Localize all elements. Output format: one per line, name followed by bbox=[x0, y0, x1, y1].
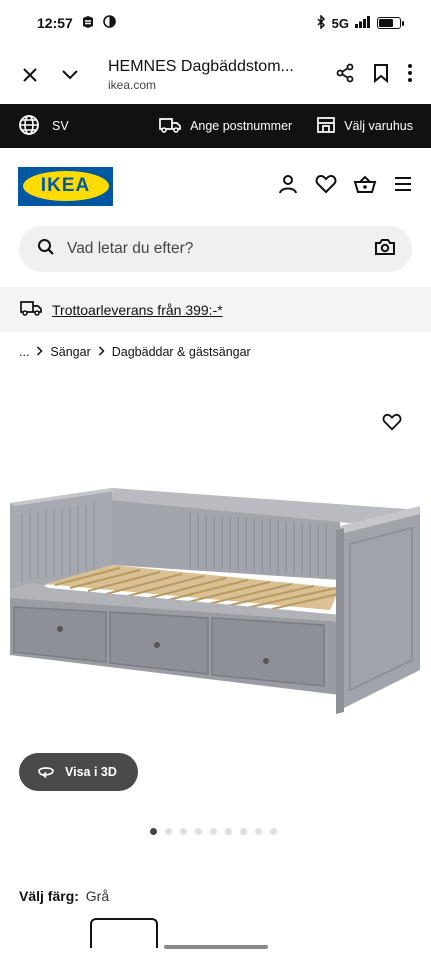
postcode-button[interactable]: Ange postnummer bbox=[158, 116, 292, 137]
ikea-logo[interactable]: IKEA bbox=[18, 166, 113, 206]
carousel-dot[interactable] bbox=[240, 828, 247, 835]
language-label: SV bbox=[52, 119, 69, 133]
share-icon[interactable] bbox=[335, 63, 355, 88]
breadcrumb-item-daybeds[interactable]: Dagbäddar & gästsängar bbox=[112, 345, 251, 359]
notification-icon bbox=[81, 15, 95, 32]
bluetooth-icon bbox=[316, 13, 326, 32]
carousel-dot[interactable] bbox=[150, 828, 157, 835]
delivery-banner[interactable]: Trottoarleverans från 399:-* bbox=[0, 287, 431, 332]
more-menu-icon[interactable] bbox=[407, 63, 413, 88]
page-domain: ikea.com bbox=[108, 78, 157, 92]
favourite-heart-icon[interactable] bbox=[382, 413, 402, 436]
postcode-label: Ange postnummer bbox=[190, 119, 293, 133]
color-value: Grå bbox=[85, 888, 110, 904]
delivery-truck-icon bbox=[19, 299, 43, 320]
close-icon[interactable] bbox=[18, 63, 42, 87]
page-title: HEMNES Dagbäddstom... bbox=[108, 58, 294, 75]
store-label: Välj varuhus bbox=[344, 119, 413, 133]
view-in-3d-label: Visa i 3D bbox=[65, 765, 117, 779]
color-swatch-selected[interactable] bbox=[90, 918, 158, 948]
signal-icon bbox=[355, 15, 371, 31]
carousel-dot[interactable] bbox=[180, 828, 187, 835]
account-icon[interactable] bbox=[277, 173, 299, 200]
carousel-dot[interactable] bbox=[225, 828, 232, 835]
chevron-right-icon bbox=[36, 345, 43, 359]
site-header: IKEA bbox=[0, 148, 431, 224]
view-in-3d-button[interactable]: Visa i 3D bbox=[19, 753, 138, 791]
battery-icon bbox=[377, 17, 404, 29]
camera-icon[interactable] bbox=[374, 238, 396, 261]
search-input[interactable]: Vad letar du efter? bbox=[67, 240, 374, 258]
carousel-dot[interactable] bbox=[165, 828, 172, 835]
url-bar[interactable]: HEMNES Dagbäddstom... ikea.com bbox=[108, 58, 335, 92]
delivery-link[interactable]: Trottoarleverans från 399:-* bbox=[52, 302, 223, 318]
sync-icon bbox=[103, 15, 116, 31]
color-label: Välj färg: bbox=[19, 888, 79, 904]
top-info-strip: SV Ange postnummer Välj varuhus bbox=[0, 104, 431, 148]
color-selector: Välj färg: Grå bbox=[19, 888, 109, 904]
carousel-dot[interactable] bbox=[255, 828, 262, 835]
browser-toolbar: HEMNES Dagbäddstom... ikea.com bbox=[0, 46, 431, 104]
carousel-dot[interactable] bbox=[270, 828, 277, 835]
search-icon bbox=[37, 238, 55, 261]
status-bar: 12:57 5G bbox=[0, 0, 431, 46]
store-button[interactable]: Välj varuhus bbox=[316, 116, 413, 137]
chevron-down-icon[interactable] bbox=[58, 63, 82, 87]
home-indicator[interactable] bbox=[164, 945, 268, 949]
carousel-dot[interactable] bbox=[210, 828, 217, 835]
status-time: 12:57 bbox=[37, 15, 73, 31]
breadcrumb-ellipsis[interactable]: ... bbox=[19, 345, 29, 359]
language-selector[interactable]: SV bbox=[18, 114, 69, 139]
product-image[interactable] bbox=[0, 470, 431, 730]
image-carousel-dots bbox=[150, 828, 277, 835]
network-label: 5G bbox=[331, 15, 349, 31]
search-bar[interactable]: Vad letar du efter? bbox=[19, 226, 412, 272]
hamburger-menu-icon[interactable] bbox=[393, 176, 413, 197]
basket-icon[interactable] bbox=[353, 174, 377, 199]
carousel-dot[interactable] bbox=[195, 828, 202, 835]
bookmark-icon[interactable] bbox=[373, 63, 389, 88]
globe-icon bbox=[18, 114, 40, 139]
breadcrumb-item-beds[interactable]: Sängar bbox=[50, 345, 90, 359]
breadcrumb: ... Sängar Dagbäddar & gästsängar bbox=[19, 345, 251, 359]
truck-icon bbox=[158, 116, 182, 137]
heart-icon[interactable] bbox=[315, 174, 337, 199]
logo-text: IKEA bbox=[40, 175, 91, 196]
store-icon bbox=[316, 116, 336, 137]
chevron-right-icon bbox=[98, 345, 105, 359]
rotate-3d-icon bbox=[36, 764, 56, 781]
